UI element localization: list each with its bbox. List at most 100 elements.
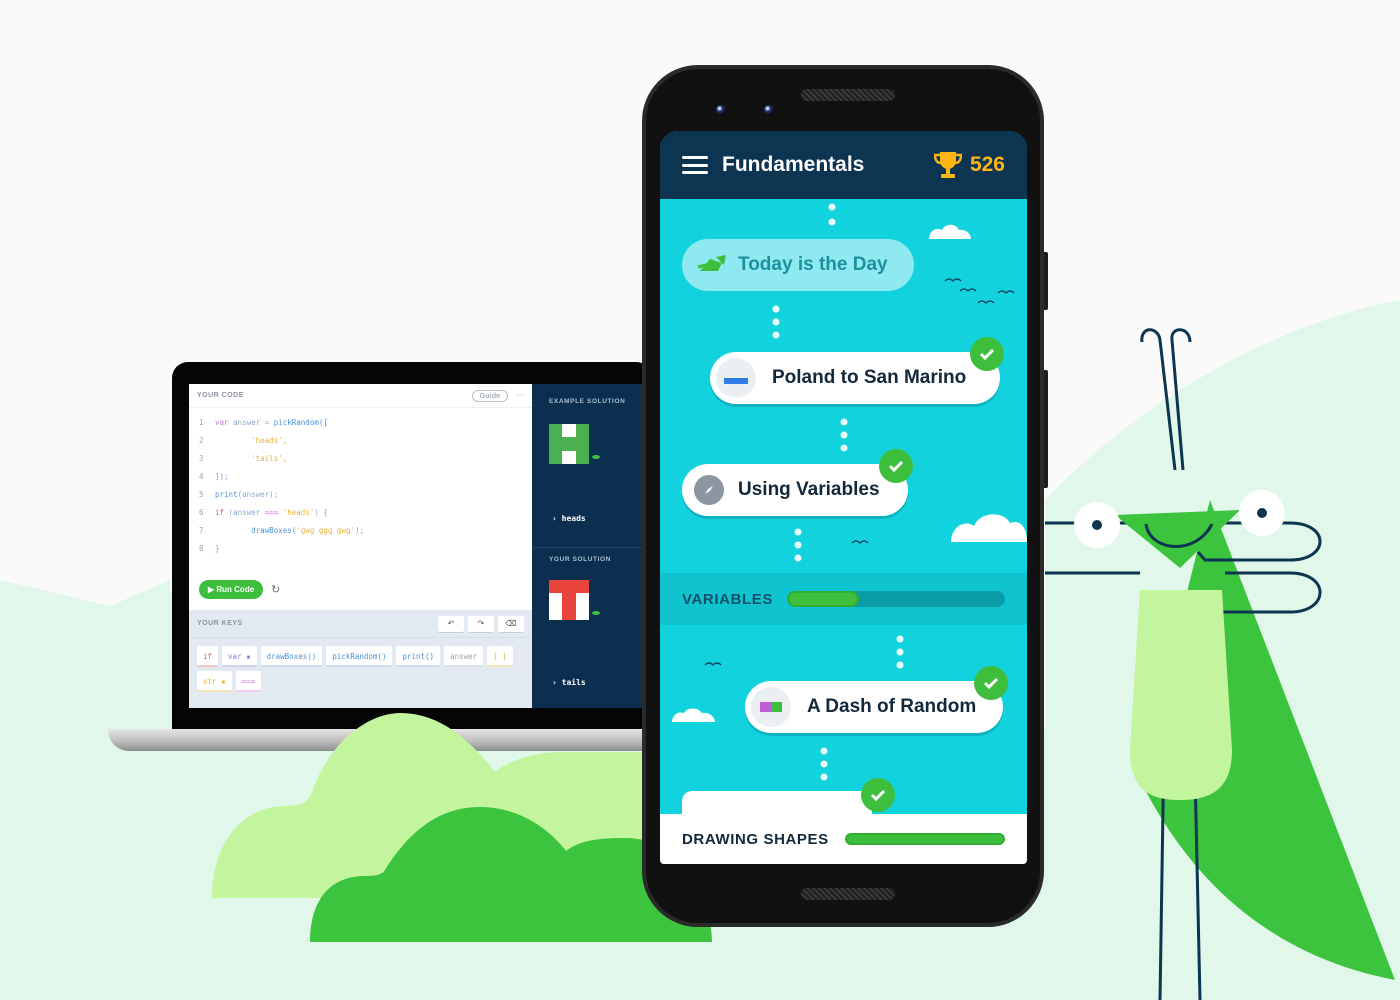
line-number: 4 (199, 472, 204, 481)
code-token: (answer (224, 508, 265, 517)
backspace-icon[interactable]: ⌫ (498, 615, 524, 632)
code-line[interactable]: 8} (199, 540, 532, 558)
section-progress-bar (844, 833, 1005, 845)
run-row: ▶ Run Code ↻ (199, 580, 280, 599)
solution-divider (532, 547, 649, 548)
code-line[interactable]: 4]); (199, 468, 532, 486)
section-progress-fill (786, 591, 859, 607)
line-number: 1 (199, 418, 204, 427)
code-token: ); (354, 526, 365, 535)
phone-sensor (716, 105, 726, 115)
completed-check-icon (861, 778, 895, 812)
run-code-button[interactable]: ▶ Run Code (199, 580, 264, 599)
code-key-button[interactable]: === (235, 671, 262, 692)
line-number: 6 (199, 508, 204, 517)
code-token: answer (233, 418, 261, 427)
code-token: pickRandom([ (273, 418, 328, 427)
app-title: Fundamentals (722, 153, 865, 176)
section-label: VARIABLES (682, 590, 773, 608)
line-number: 7 (199, 526, 204, 535)
code-token: print (215, 490, 238, 499)
score-counter: 526 (969, 153, 1005, 176)
grasshopper-mini-icon (592, 611, 600, 615)
undo-icon[interactable]: ↶ (438, 615, 464, 632)
code-token: === (264, 508, 279, 517)
code-line[interactable]: 1 var answer = pickRandom([ (199, 414, 532, 432)
your-code-label: YOUR CODE (197, 392, 244, 399)
section-drawing-shapes[interactable]: DRAWING SHAPES (660, 814, 1027, 864)
more-options-icon[interactable]: ··· (516, 391, 524, 400)
trophy-icon (933, 152, 962, 178)
code-token: var (215, 418, 234, 427)
section-label: DRAWING SHAPES (682, 830, 829, 848)
code-token: if (215, 508, 225, 517)
example-solution-label: EXAMPLE SOLUTION (549, 398, 626, 405)
code-line[interactable]: 7 drawBoxes('gwg ggg gwg'); (199, 522, 532, 540)
redo-icon[interactable]: ↷ (468, 615, 494, 632)
flag-icon (716, 358, 756, 398)
grasshopper-icon (697, 255, 726, 271)
lesson-title: Today is the Day (738, 254, 888, 275)
code-token: 'heads' (278, 508, 315, 517)
phone-bottom-speaker (801, 888, 895, 900)
code-token: 'heads', (215, 436, 288, 445)
key-grid: if var ▪ drawBoxes() pickRandom() print() ans… (189, 638, 532, 692)
lesson-a-dash-of-random[interactable]: A Dash of Random (745, 681, 1003, 733)
code-token: 'gwg ggg gwg' (296, 526, 355, 535)
lesson-title: A Dash of Random (807, 696, 977, 717)
lesson-today-is-the-day[interactable]: Today is the Day (682, 239, 914, 291)
keys-header: YOUR KEYS ↶ ↷ ⌫ (189, 610, 532, 638)
your-keys-label: YOUR KEYS (197, 620, 243, 627)
code-editor-pane: YOUR CODE Guide ··· 1 var answer = pickRa… (189, 384, 532, 708)
code-token: 'tails', (215, 454, 288, 463)
completed-check-icon (974, 666, 1008, 700)
section-progress-fill (844, 833, 1005, 845)
grasshopper-mini-icon (592, 455, 600, 459)
code-lines[interactable]: 1 var answer = pickRandom([ 2 'heads', 3 't… (189, 408, 532, 558)
refresh-icon[interactable]: ↻ (271, 583, 280, 596)
menu-icon[interactable] (682, 156, 708, 174)
code-token: = (260, 418, 274, 427)
code-editor-header: YOUR CODE Guide ··· (189, 384, 532, 408)
code-key-button[interactable]: drawBoxes() (260, 646, 323, 667)
your-solution-label: YOUR SOLUTION (549, 556, 611, 563)
code-key-button[interactable]: var ▪ (222, 646, 257, 667)
your-output: › tails (552, 678, 586, 687)
completed-check-icon (970, 337, 1004, 371)
guide-button[interactable]: Guide (471, 389, 509, 402)
lesson-poland-to-san-marino[interactable]: Poland to San Marino (710, 352, 1000, 404)
section-progress-bar (786, 591, 1005, 607)
code-key-button[interactable]: answer (444, 646, 484, 667)
lesson-title: Using Variables (738, 479, 880, 500)
code-line[interactable]: 6 if (answer === 'heads') { (199, 504, 532, 522)
compass-icon (694, 475, 724, 505)
code-key-button[interactable]: if (197, 646, 219, 667)
phone-speaker (801, 89, 895, 101)
keys-panel: YOUR KEYS ↶ ↷ ⌫ if var ▪ drawBoxes() pickRa… (189, 610, 532, 708)
code-line[interactable]: 3 'tails', (199, 450, 532, 468)
code-token: } (215, 544, 220, 553)
lesson-using-variables[interactable]: Using Variables (682, 464, 908, 516)
section-variables[interactable]: VARIABLES (660, 573, 1027, 625)
line-number: 8 (199, 544, 204, 553)
code-token: drawBoxes( (215, 526, 297, 535)
example-solution-drawing (549, 424, 600, 464)
code-token: ]); (215, 472, 229, 481)
laptop-base (108, 729, 656, 751)
lesson-title: Poland to San Marino (772, 367, 967, 388)
code-key-button[interactable]: pickRandom() (326, 646, 393, 667)
code-line[interactable]: 2 'heads', (199, 432, 532, 450)
color-squares-icon (751, 687, 791, 727)
phone-camera (764, 105, 774, 115)
code-key-button[interactable]: [ ] (487, 646, 513, 667)
code-line[interactable]: 5 print(answer); (199, 486, 532, 504)
completed-check-icon (879, 449, 913, 483)
laptop-display: YOUR CODE Guide ··· 1 var answer = pickRa… (189, 384, 649, 708)
solution-pane: EXAMPLE SOLUTION › heads YOUR SOLUTION ›… (532, 384, 649, 708)
code-token: ) { (314, 508, 328, 517)
line-number: 5 (199, 490, 204, 499)
your-solution-drawing (549, 580, 600, 620)
code-key-button[interactable]: print() (396, 646, 441, 667)
code-key-button[interactable]: str ▪ (197, 671, 232, 692)
example-output: › heads (552, 514, 586, 523)
